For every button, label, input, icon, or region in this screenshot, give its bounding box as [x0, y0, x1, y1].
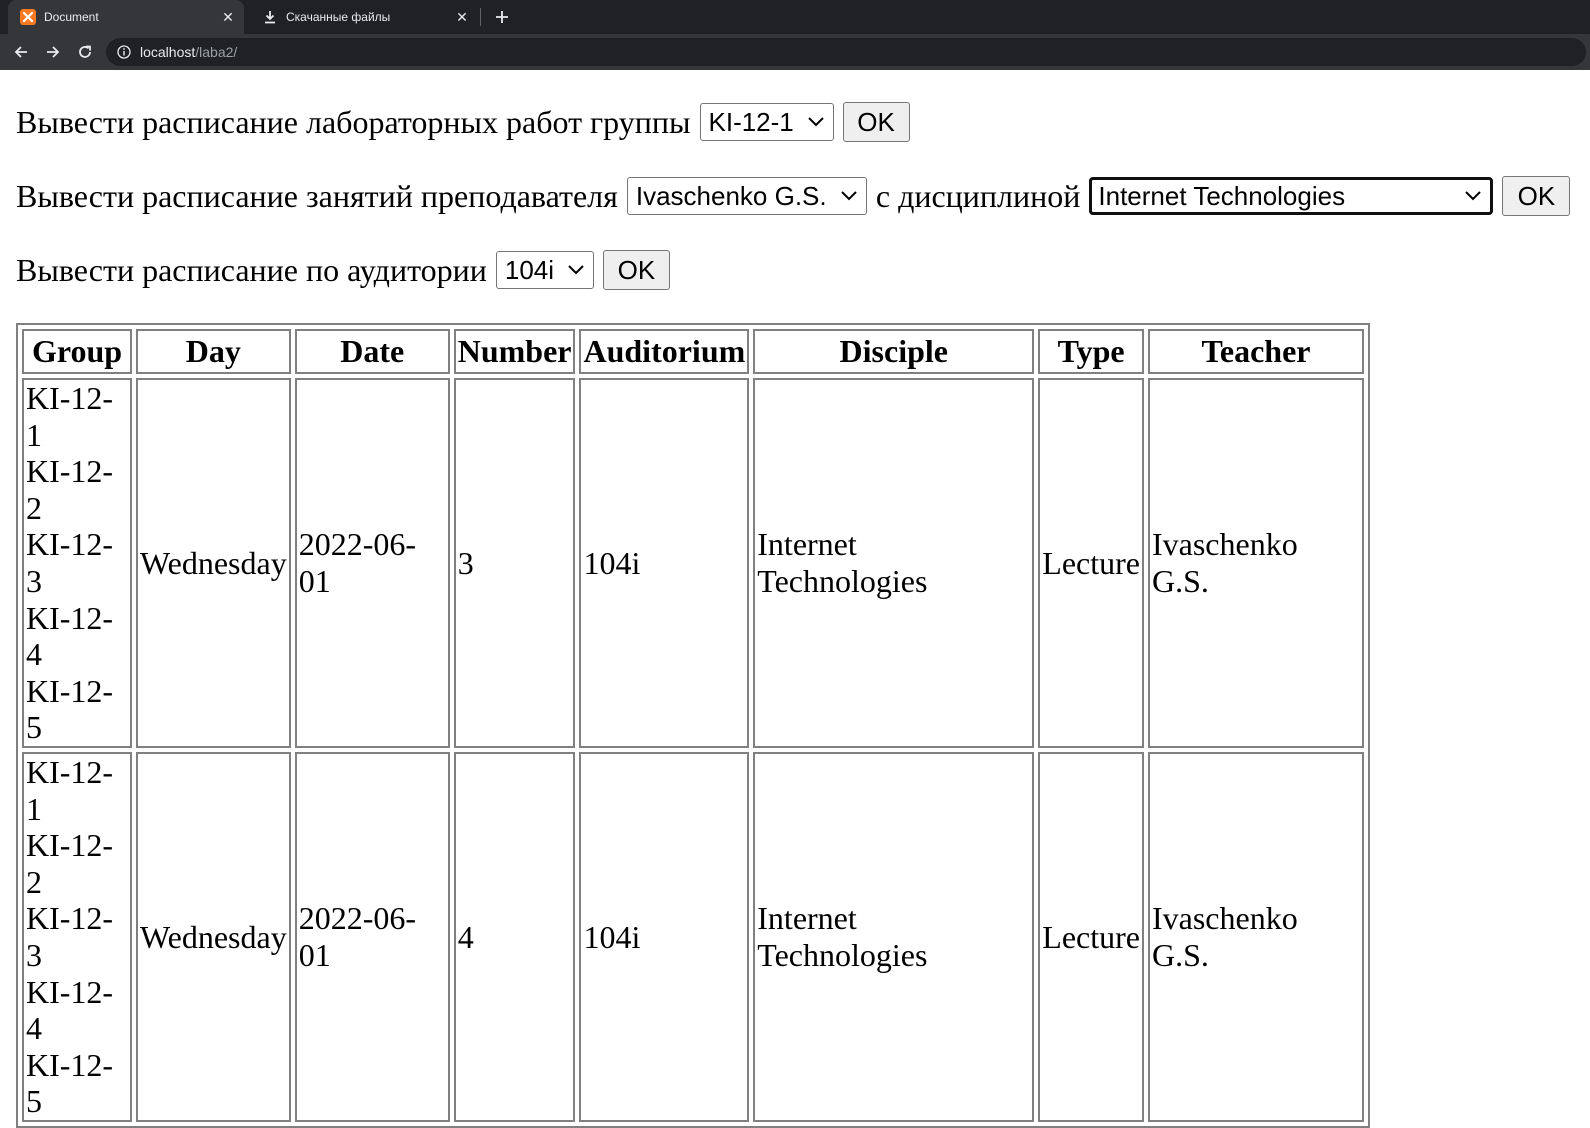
- group-entry: KI-12-4: [26, 973, 114, 1047]
- column-header-group: Group: [22, 329, 132, 374]
- cell-groups: KI-12-1 KI-12-2 KI-12-3 KI-12-4 KI-12-5: [22, 378, 132, 748]
- browser-tab-strip: Document ✕ Скачанные файлы ✕: [0, 0, 1590, 34]
- group-form-label: Вывести расписание лабораторных работ гр…: [16, 103, 691, 140]
- column-header-type: Type: [1038, 329, 1144, 374]
- group-entry: KI-12-1: [26, 753, 114, 827]
- chevron-down-icon: [841, 191, 857, 201]
- cell-auditorium: 104i: [579, 378, 750, 748]
- tab-document[interactable]: Document ✕: [8, 0, 244, 34]
- group-entry: KI-12-3: [26, 526, 114, 599]
- tab-title: Скачанные файлы: [286, 10, 391, 24]
- close-icon[interactable]: ✕: [218, 7, 238, 27]
- tab-downloads[interactable]: Скачанные файлы ✕: [250, 0, 478, 34]
- group-schedule-form: Вывести расписание лабораторных работ гр…: [16, 102, 910, 142]
- table-row: KI-12-1 KI-12-2 KI-12-3 KI-12-4 KI-12-5 …: [22, 378, 1364, 748]
- schedule-table: Group Day Date Number Auditorium Discipl…: [16, 323, 1370, 1128]
- teacher-select-value: Ivaschenko G.S.: [635, 180, 827, 211]
- tab-separator: [480, 8, 481, 26]
- group-entry: KI-12-4: [26, 599, 114, 673]
- forward-arrow-icon: [47, 46, 60, 58]
- table-row: KI-12-1 KI-12-2 KI-12-3 KI-12-4 KI-12-5 …: [22, 751, 1364, 1122]
- reload-button[interactable]: [73, 40, 97, 64]
- auditorium-ok-button[interactable]: OK: [602, 250, 670, 290]
- teacher-select[interactable]: Ivaschenko G.S.: [626, 177, 867, 215]
- cell-day: Wednesday: [136, 751, 291, 1122]
- cell-groups: KI-12-1 KI-12-2 KI-12-3 KI-12-4 KI-12-5: [22, 751, 132, 1122]
- new-tab-button[interactable]: [490, 6, 514, 28]
- discipline-select[interactable]: Internet Technologies: [1089, 177, 1494, 215]
- tab-title: Document: [44, 10, 99, 24]
- table-header-row: Group Day Date Number Auditorium Discipl…: [22, 329, 1364, 374]
- back-arrow-icon: [14, 46, 27, 58]
- teacher-schedule-form: Вывести расписание занятий преподавателя…: [16, 176, 1571, 216]
- forward-button[interactable]: [41, 40, 65, 64]
- chevron-down-icon: [568, 265, 584, 275]
- url-host: localhost: [140, 44, 196, 60]
- teacher-ok-button[interactable]: OK: [1502, 176, 1571, 216]
- close-icon[interactable]: ✕: [452, 7, 472, 27]
- cell-date: 2022-06-01: [294, 751, 450, 1122]
- cell-type: Lecture: [1038, 751, 1144, 1122]
- group-entry: KI-12-2: [26, 827, 114, 900]
- cell-auditorium: 104i: [579, 751, 750, 1122]
- cell-teacher: Ivaschenko G.S.: [1147, 751, 1364, 1122]
- cell-teacher: Ivaschenko G.S.: [1147, 378, 1364, 748]
- group-entry: KI-12-3: [26, 900, 114, 973]
- url-path: /laba2/: [195, 44, 238, 60]
- chevron-down-icon: [807, 117, 824, 127]
- cell-type: Lecture: [1038, 378, 1144, 748]
- auditorium-form-label: Вывести расписание по аудитории: [16, 251, 487, 288]
- cell-number: 3: [453, 378, 576, 748]
- cell-date: 2022-06-01: [294, 378, 450, 748]
- xampp-icon: [20, 9, 36, 25]
- info-icon[interactable]: [116, 44, 132, 60]
- address-bar[interactable]: localhost/laba2/: [106, 38, 1586, 66]
- column-header-teacher: Teacher: [1147, 329, 1364, 374]
- cell-discipline: Internet Technologies: [753, 751, 1035, 1122]
- teacher-form-label: Вывести расписание занятий преподавателя: [16, 177, 618, 214]
- browser-toolbar: localhost/laba2/: [0, 34, 1590, 70]
- group-entry: KI-12-5: [26, 1046, 114, 1120]
- reload-icon: [79, 45, 91, 58]
- column-header-auditorium: Auditorium: [579, 329, 750, 374]
- cell-day: Wednesday: [136, 378, 291, 748]
- cell-number: 4: [453, 751, 576, 1122]
- group-entry: KI-12-2: [26, 453, 114, 526]
- plus-icon: [496, 11, 508, 23]
- auditorium-select-value: 104i: [504, 254, 555, 285]
- group-ok-button[interactable]: OK: [842, 102, 910, 142]
- column-header-day: Day: [136, 329, 291, 374]
- download-icon: [262, 9, 278, 25]
- column-header-number: Number: [453, 329, 576, 374]
- discipline-select-value: Internet Technologies: [1098, 180, 1346, 211]
- chevron-down-icon: [1465, 191, 1482, 201]
- auditorium-schedule-form: Вывести расписание по аудитории 104i OK: [16, 250, 670, 290]
- discipline-connector-label: с дисциплиной: [875, 177, 1081, 214]
- group-select-value: KI-12-1: [708, 106, 794, 137]
- group-select[interactable]: KI-12-1: [699, 103, 834, 141]
- back-button[interactable]: [9, 40, 33, 64]
- column-header-discipline: Disciple: [753, 329, 1035, 374]
- column-header-date: Date: [294, 329, 450, 374]
- group-entry: KI-12-1: [26, 380, 114, 453]
- auditorium-select[interactable]: 104i: [495, 251, 594, 289]
- cell-discipline: Internet Technologies: [753, 378, 1035, 748]
- group-entry: KI-12-5: [26, 672, 114, 746]
